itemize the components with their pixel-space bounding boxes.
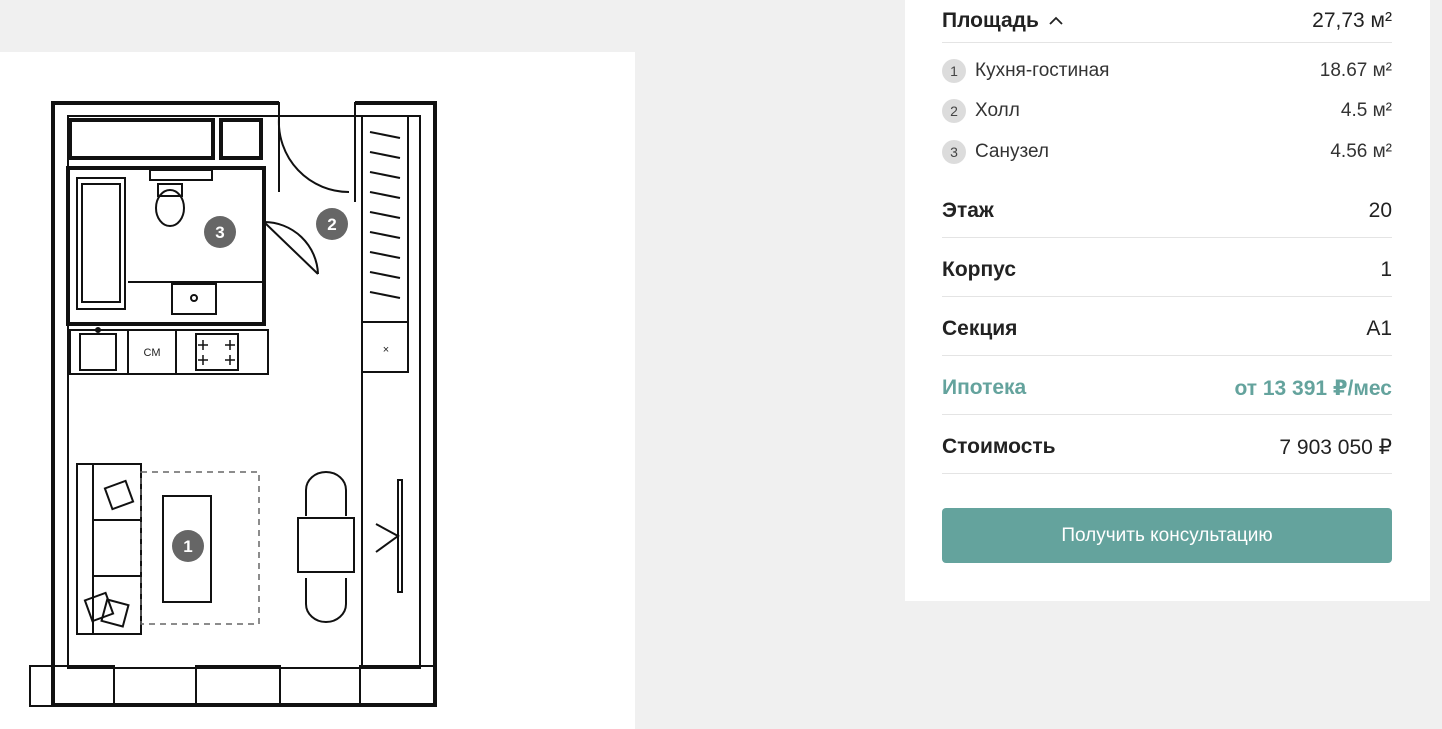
apartment-info-card: Площадь 27,73 м² 1 Кухня-гостиная 18.67 … <box>905 0 1430 601</box>
room-row-1: 1 Кухня-гостиная 18.67 м² <box>942 59 1392 83</box>
room-marker-3: 3 <box>204 216 236 248</box>
room-name: Кухня-гостиная <box>975 60 1110 81</box>
get-consultation-button[interactable]: Получить консультацию <box>942 508 1392 563</box>
room-number-badge: 1 <box>942 59 966 83</box>
floor-plan-panel: СМ × 3 2 1 <box>0 52 635 729</box>
dining-table <box>297 517 355 573</box>
mortgage-row[interactable]: Ипотека от 13 391 ₽/мес <box>942 362 1392 415</box>
top-cabinet-right <box>219 118 263 160</box>
room-name: Санузел <box>975 141 1050 162</box>
room-row-2: 2 Холл 4.5 м² <box>942 99 1392 123</box>
floor-label: Этаж <box>942 199 994 222</box>
room-number-badge: 2 <box>942 99 966 123</box>
top-cabinet-left <box>68 118 215 160</box>
price-label: Стоимость <box>942 435 1056 458</box>
sofa <box>76 463 142 635</box>
room-area: 18.67 м² <box>1319 60 1392 81</box>
price-row: Стоимость 7 903 050 ₽ <box>942 421 1392 474</box>
toilet <box>149 169 213 181</box>
area-label: Площадь <box>942 9 1039 32</box>
washer-label: СМ <box>144 347 161 359</box>
chevron-up-icon[interactable] <box>1049 16 1063 26</box>
section-value: А1 <box>1366 317 1392 340</box>
room-marker-1: 1 <box>172 530 204 562</box>
room-marker-2: 2 <box>316 208 348 240</box>
building-label: Корпус <box>942 258 1016 281</box>
building-value: 1 <box>1380 258 1392 281</box>
mortgage-label: Ипотека <box>942 376 1027 399</box>
room-number-badge: 3 <box>942 140 966 164</box>
floor-value: 20 <box>1368 199 1392 222</box>
floor-row: Этаж 20 <box>942 185 1392 238</box>
building-row: Корпус 1 <box>942 244 1392 297</box>
area-row[interactable]: Площадь 27,73 м² <box>942 0 1392 43</box>
svg-text:2: 2 <box>327 215 336 234</box>
svg-text:1: 1 <box>183 537 192 556</box>
room-name: Холл <box>975 100 1020 121</box>
wardrobe-mark: × <box>383 344 389 356</box>
room-area: 4.56 м² <box>1330 141 1392 162</box>
mortgage-value: от 13 391 ₽/мес <box>1234 376 1392 400</box>
svg-text:3: 3 <box>215 223 224 242</box>
price-value: 7 903 050 ₽ <box>1279 435 1392 459</box>
floor-plan-image: СМ × 3 2 1 <box>29 99 437 707</box>
room-area: 4.5 м² <box>1340 100 1392 121</box>
area-value: 27,73 м² <box>1312 9 1392 32</box>
bathtub <box>76 177 126 310</box>
bath-sink <box>171 283 217 315</box>
section-row: Секция А1 <box>942 303 1392 356</box>
section-label: Секция <box>942 317 1018 340</box>
room-row-3: 3 Санузел 4.56 м² <box>942 140 1392 164</box>
